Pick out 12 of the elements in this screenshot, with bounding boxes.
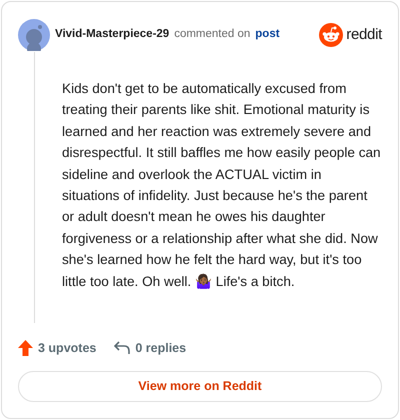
author-name[interactable]: Vivid-Masterpiece-29 (55, 26, 170, 44)
action-text: commented on (174, 27, 250, 42)
comment-text: Kids don't get to be automatically excused from treating their parents like shit. Emotional maturity is learned and her reaction was extremely severe and disrespectful. It still baffles me how easily people can sideline and overlook the ACTUAL victim in situations of infidelity. Just because he's the parent or adult doesn't mean he owes his daughter forgiveness or a relationship after what she did. Now she's learned how he felt the hard way, but it's too little too late. Oh well. 🤷🏾‍♀ Life's a bitch. (61, 80, 382, 291)
view-more-button[interactable]: View more on Reddit (18, 371, 382, 402)
post-link[interactable]: post (255, 26, 280, 44)
avatar-icon (18, 19, 50, 51)
brand-name: reddit (346, 24, 382, 45)
reddit-logo-icon (319, 23, 344, 47)
reply-count: 0 replies (135, 340, 186, 357)
upvote-icon[interactable] (18, 340, 33, 356)
reply-icon[interactable] (114, 341, 130, 355)
upvote-count: 3 upvotes (38, 340, 96, 357)
